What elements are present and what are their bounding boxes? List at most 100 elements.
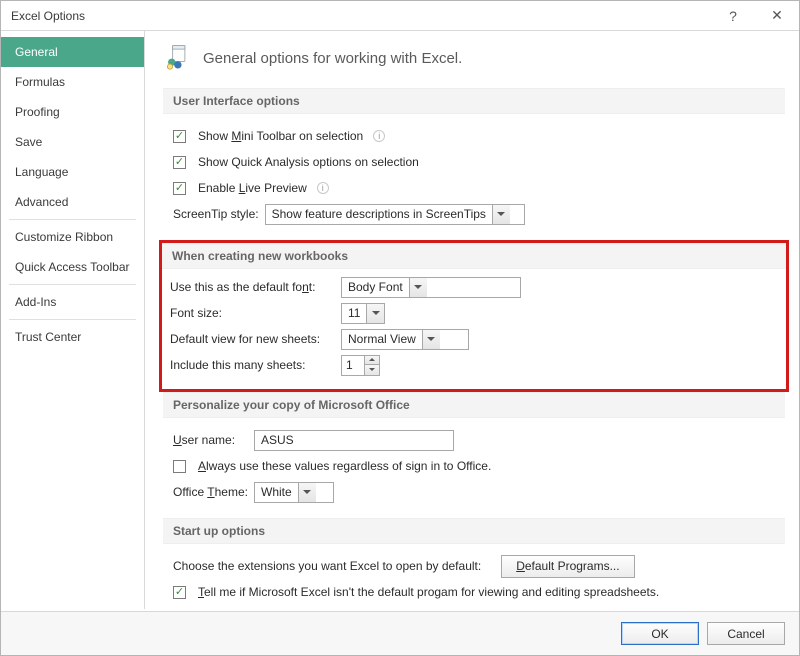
checkbox-icon xyxy=(173,460,186,473)
screentip-label: ScreenTip style: xyxy=(173,207,259,221)
dropdown-value: Normal View xyxy=(342,332,422,346)
spinner-up-icon[interactable] xyxy=(365,356,379,366)
chevron-down-icon xyxy=(298,483,316,502)
button-label: Default Programs... xyxy=(516,559,619,573)
checkbox-mini-toolbar[interactable]: Show Mini Toolbar on selection xyxy=(173,124,775,148)
theme-dropdown[interactable]: White xyxy=(254,482,334,503)
checkbox-label: Show Quick Analysis options on selection xyxy=(198,155,419,169)
input-value: ASUS xyxy=(261,433,294,447)
help-icon[interactable]: ? xyxy=(711,1,755,31)
sidebar-item-label: Language xyxy=(15,165,68,179)
sidebar-separator xyxy=(9,284,136,285)
sidebar-item-customize-ribbon[interactable]: Customize Ribbon xyxy=(1,222,144,252)
sidebar-item-addins[interactable]: Add-Ins xyxy=(1,287,144,317)
row-screentip: ScreenTip style: Show feature descriptio… xyxy=(173,202,775,226)
username-input[interactable]: ASUS xyxy=(254,430,454,451)
window-title: Excel Options xyxy=(11,9,85,23)
spinner-value: 1 xyxy=(342,358,364,372)
cancel-button[interactable]: Cancel xyxy=(707,622,785,645)
sidebar-item-label: General xyxy=(15,45,58,59)
checkbox-icon xyxy=(173,586,186,599)
checkbox-live-preview[interactable]: Enable Live Preview xyxy=(173,176,775,200)
sidebar-item-advanced[interactable]: Advanced xyxy=(1,187,144,217)
sidebar-item-label: Quick Access Toolbar xyxy=(15,260,130,274)
button-label: Cancel xyxy=(727,627,764,641)
section-newwb-heading: When creating new workbooks xyxy=(162,243,786,269)
checkbox-tell-me-default[interactable]: Tell me if Microsoft Excel isn't the def… xyxy=(173,580,775,604)
spinner-buttons xyxy=(364,356,379,375)
title-controls: ? ✕ xyxy=(711,1,799,31)
row-font-size: Font size: 11 xyxy=(170,301,778,325)
row-default-programs: Choose the extensions you want Excel to … xyxy=(173,554,775,578)
chevron-down-icon xyxy=(409,278,427,297)
info-icon[interactable] xyxy=(317,182,329,194)
checkbox-label: Tell me if Microsoft Excel isn't the def… xyxy=(198,585,659,599)
section-ui-heading: User Interface options xyxy=(163,88,785,114)
sidebar-separator xyxy=(9,319,136,320)
sidebar-separator xyxy=(9,219,136,220)
close-icon[interactable]: ✕ xyxy=(755,1,799,31)
sidebar-item-label: Add-Ins xyxy=(15,295,56,309)
default-view-dropdown[interactable]: Normal View xyxy=(341,329,469,350)
sidebar-item-label: Save xyxy=(15,135,42,149)
theme-label: Office Theme: xyxy=(173,485,248,499)
row-username: User name: ASUS xyxy=(173,428,775,452)
spinner-down-icon[interactable] xyxy=(365,365,379,375)
dialog-footer: OK Cancel xyxy=(1,611,799,655)
dialog-body: General Formulas Proofing Save Language … xyxy=(1,31,799,609)
default-font-label: Use this as the default font: xyxy=(170,280,335,294)
sidebar-item-formulas[interactable]: Formulas xyxy=(1,67,144,97)
row-default-font: Use this as the default font: Body Font xyxy=(170,275,778,299)
checkbox-show-start-screen[interactable]: Show the Start screen when this applicat… xyxy=(173,606,775,609)
button-label: OK xyxy=(651,627,668,641)
font-size-label: Font size: xyxy=(170,306,335,320)
sheet-count-spinner[interactable]: 1 xyxy=(341,355,380,376)
checkbox-label: Show Mini Toolbar on selection xyxy=(198,129,363,143)
sidebar-item-label: Trust Center xyxy=(15,330,81,344)
section-personalize-heading: Personalize your copy of Microsoft Offic… xyxy=(163,392,785,418)
sidebar-item-language[interactable]: Language xyxy=(1,157,144,187)
checkbox-always-use-values[interactable]: Always use these values regardless of si… xyxy=(173,454,775,478)
sidebar-item-general[interactable]: General xyxy=(1,37,144,67)
titlebar: Excel Options ? ✕ xyxy=(1,1,799,31)
sidebar-item-trust-center[interactable]: Trust Center xyxy=(1,322,144,352)
sheet-count-label: Include this many sheets: xyxy=(170,358,335,372)
dropdown-value: Show feature descriptions in ScreenTips xyxy=(266,207,492,221)
chevron-down-icon xyxy=(366,304,384,323)
highlighted-section: When creating new workbooks Use this as … xyxy=(159,240,789,392)
screentip-dropdown[interactable]: Show feature descriptions in ScreenTips xyxy=(265,204,525,225)
category-sidebar: General Formulas Proofing Save Language … xyxy=(1,31,145,609)
checkbox-icon xyxy=(173,182,186,195)
font-size-dropdown[interactable]: 11 xyxy=(341,303,385,324)
checkbox-quick-analysis[interactable]: Show Quick Analysis options on selection xyxy=(173,150,775,174)
lead-text: General options for working with Excel. xyxy=(203,50,462,67)
sidebar-item-label: Formulas xyxy=(15,75,65,89)
sidebar-item-save[interactable]: Save xyxy=(1,127,144,157)
sidebar-item-label: Customize Ribbon xyxy=(15,230,113,244)
username-label: User name: xyxy=(173,433,248,447)
section-startup-heading: Start up options xyxy=(163,518,785,544)
excel-options-dialog: Excel Options ? ✕ General Formulas Proof… xyxy=(0,0,800,656)
default-font-dropdown[interactable]: Body Font xyxy=(341,277,521,298)
default-programs-button[interactable]: Default Programs... xyxy=(501,555,634,578)
dropdown-value: Body Font xyxy=(342,280,409,294)
dropdown-value: White xyxy=(255,485,298,499)
section-ui-body: Show Mini Toolbar on selection Show Quic… xyxy=(163,114,785,240)
dropdown-value: 11 xyxy=(342,306,366,320)
sidebar-item-label: Proofing xyxy=(15,105,60,119)
choose-ext-label: Choose the extensions you want Excel to … xyxy=(173,559,481,573)
checkbox-icon xyxy=(173,156,186,169)
checkbox-icon xyxy=(173,130,186,143)
default-view-label: Default view for new sheets: xyxy=(170,332,335,346)
row-sheet-count: Include this many sheets: 1 xyxy=(170,353,778,377)
section-personalize-body: User name: ASUS Always use these values … xyxy=(163,418,785,518)
info-icon[interactable] xyxy=(373,130,385,142)
ok-button[interactable]: OK xyxy=(621,622,699,645)
chevron-down-icon xyxy=(492,205,510,224)
lead-row: General options for working with Excel. xyxy=(163,43,785,74)
sidebar-item-proofing[interactable]: Proofing xyxy=(1,97,144,127)
chevron-down-icon xyxy=(422,330,440,349)
main-panel: General options for working with Excel. … xyxy=(145,31,799,609)
general-icon xyxy=(163,43,191,74)
sidebar-item-qat[interactable]: Quick Access Toolbar xyxy=(1,252,144,282)
